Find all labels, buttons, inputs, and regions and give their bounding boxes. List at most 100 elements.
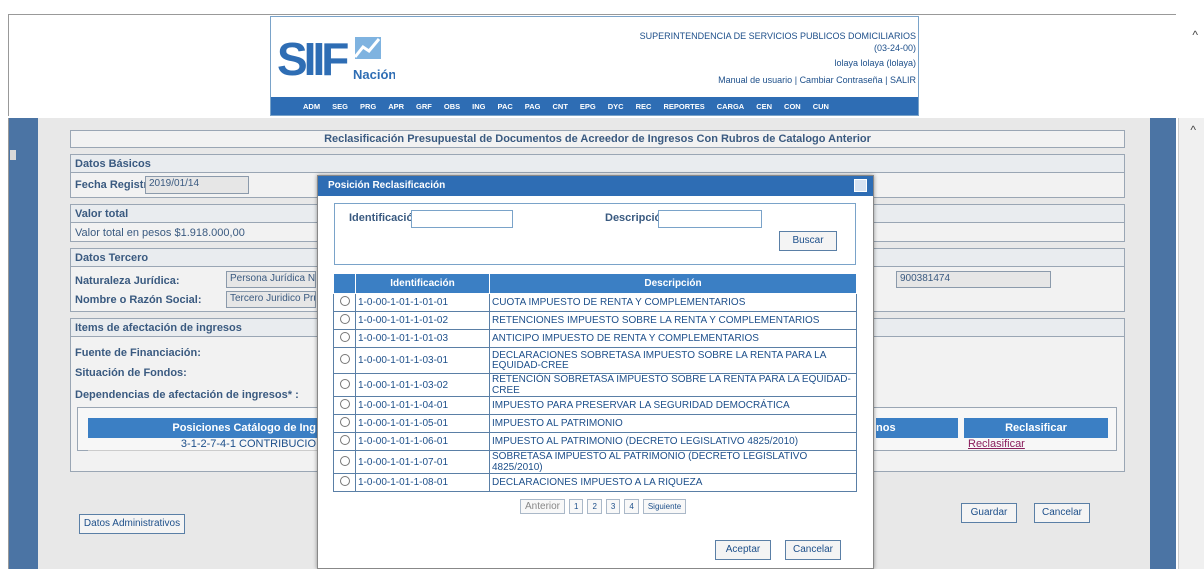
table-row[interactable]: 1-0-00-1-01-1-01-01 CUOTA IMPUESTO DE REN… (333, 293, 857, 312)
descripcion-input[interactable] (658, 210, 762, 228)
row-radio[interactable] (339, 417, 350, 427)
menu-item-dyc[interactable]: DYC (608, 102, 624, 111)
close-icon[interactable] (854, 179, 867, 192)
row-desc: DECLARACIONES IMPUESTO A LA RIQUEZA (489, 473, 857, 492)
row-desc: IMPUESTO PARA PRESERVAR LA SEGURIDAD DEM… (489, 396, 857, 415)
main-scrollbar[interactable] (1178, 118, 1204, 569)
menu-item-cen[interactable]: CEN (756, 102, 772, 111)
menu-item-adm[interactable]: ADM (303, 102, 320, 111)
reclasificar-link[interactable]: Reclasificar (968, 438, 1025, 450)
svg-text:SIIF: SIIF (277, 33, 348, 85)
menu-item-seg[interactable]: SEG (332, 102, 348, 111)
row-radio[interactable] (339, 476, 350, 486)
table-row[interactable]: 1-0-00-1-01-1-04-01 IMPUESTO PARA PRESERV… (333, 396, 857, 415)
naturaleza-label: Naturaleza Jurídica: (75, 275, 180, 287)
fecha-registro-field: 2019/01/14 (145, 176, 249, 194)
modal-cancelar-button[interactable]: Cancelar (785, 540, 841, 560)
row-radio[interactable] (339, 296, 350, 306)
identificacion-input[interactable] (411, 210, 513, 228)
buscar-button[interactable]: Buscar (779, 231, 837, 251)
row-id: 1-0-00-1-01-1-06-01 (355, 432, 490, 451)
row-desc: RETENCIONES IMPUESTO SOBRE LA RENTA Y CO… (489, 311, 857, 330)
menu-item-prg[interactable]: PRG (360, 102, 376, 111)
menu-item-rec[interactable]: REC (636, 102, 652, 111)
row-radio[interactable] (339, 354, 350, 364)
table-row[interactable]: 1-0-00-1-01-1-07-01 SOBRETASA IMPUESTO AL… (333, 450, 857, 474)
row-radio[interactable] (339, 455, 350, 466)
table-row[interactable]: 1-0-00-1-01-1-05-01 IMPUESTO AL PATRIMONI… (333, 414, 857, 433)
siif-logo: SIIF Nación (275, 31, 395, 85)
menu-item-carga[interactable]: CARGA (717, 102, 745, 111)
link-separator: | (885, 75, 888, 85)
row-radio[interactable] (339, 399, 350, 409)
posicion-reclasificacion-dialog: Posición Reclasificación Identificación … (317, 175, 874, 569)
table-row[interactable]: 1-0-00-1-01-1-03-02 RETENCIÓN SOBRETASA I… (333, 373, 857, 397)
aceptar-button[interactable]: Aceptar (715, 540, 771, 560)
section-title: Datos Básicos (71, 155, 1124, 173)
table-row[interactable]: 1-0-00-1-01-1-01-02 RETENCIONES IMPUESTO … (333, 311, 857, 330)
main-scroll-up-icon[interactable]: ^ (1190, 123, 1196, 137)
pagination-prev[interactable]: Anterior (520, 499, 566, 514)
menu-item-apr[interactable]: APR (388, 102, 404, 111)
dependencias-label: Dependencias de afectación de ingresos* … (75, 389, 299, 401)
row-radio[interactable] (339, 435, 350, 445)
results-table: Identificación Descripción 1-0-00-1-01-1… (333, 273, 857, 492)
menu-item-pag[interactable]: PAG (525, 102, 541, 111)
grid-header-mos: nos (876, 418, 958, 438)
row-id: 1-0-00-1-01-1-07-01 (355, 450, 490, 474)
menu-item-epg[interactable]: EPG (580, 102, 596, 111)
cancelar-button[interactable]: Cancelar (1034, 503, 1090, 523)
menu-item-grf[interactable]: GRF (416, 102, 432, 111)
datos-administrativos-button[interactable]: Datos Administrativos (79, 514, 185, 534)
frame-left-handle[interactable] (10, 150, 16, 160)
table-row[interactable]: 1-0-00-1-01-1-01-03 ANTICIPO IMPUESTO DE … (333, 329, 857, 348)
user-links: Manual de usuario | Cambiar Contraseña |… (718, 75, 916, 85)
org-code: (03-24-00) (873, 43, 916, 53)
menu-item-cnt[interactable]: CNT (552, 102, 567, 111)
manual-link[interactable]: Manual de usuario (718, 75, 792, 85)
logo-subtext: Nación (353, 67, 395, 82)
row-id: 1-0-00-1-01-1-01-01 (355, 293, 490, 312)
table-header-select (333, 273, 356, 294)
guardar-button[interactable]: Guardar (961, 503, 1017, 523)
outer-scroll-up-icon[interactable]: ^ (1192, 28, 1198, 42)
menu-item-cun[interactable]: CUN (813, 102, 829, 111)
table-row[interactable]: 1-0-00-1-01-1-06-01 IMPUESTO AL PATRIMONI… (333, 432, 857, 451)
valor-pesos-label: Valor total en pesos (75, 227, 172, 239)
grid-header-posiciones: Posiciones Catálogo de Ing (88, 418, 320, 438)
menu-item-obs[interactable]: OBS (444, 102, 460, 111)
row-radio[interactable] (339, 332, 350, 342)
menu-item-reportes[interactable]: REPORTES (663, 102, 704, 111)
row-id: 1-0-00-1-01-1-05-01 (355, 414, 490, 433)
pagination: Anterior 1 2 3 4 Siguiente (520, 499, 687, 514)
org-name: SUPERINTENDENCIA DE SERVICIOS PUBLICOS D… (639, 31, 916, 41)
tercero-id-field: 900381474 (896, 271, 1051, 288)
header-box: SIIF Nación SUPERINTENDENCIA DE SERVICIO… (270, 16, 919, 116)
menu-item-con[interactable]: CON (784, 102, 801, 111)
nombre-field: Tercero Juridico Prueb (226, 291, 316, 308)
row-desc: IMPUESTO AL PATRIMONIO (489, 414, 857, 433)
row-radio[interactable] (339, 378, 350, 389)
change-password-link[interactable]: Cambiar Contraseña (800, 75, 883, 85)
pagination-next[interactable]: Siguiente (642, 499, 687, 514)
identificacion-label: Identificación (349, 212, 420, 224)
page-title: Reclasificación Presupuestal de Document… (70, 130, 1125, 148)
menu-item-pac[interactable]: PAC (498, 102, 513, 111)
table-row[interactable]: 1-0-00-1-01-1-03-01 DECLARACIONES SOBRETA… (333, 347, 857, 374)
valor-pesos-text: Valor total en pesos $1.918.000,00 (75, 227, 245, 239)
valor-pesos-value: $1.918.000,00 (174, 227, 245, 239)
table-row[interactable]: 1-0-00-1-01-1-08-01 DECLARACIONES IMPUEST… (333, 473, 857, 492)
pagination-page-1[interactable]: 1 (569, 499, 584, 514)
menu-item-ing[interactable]: ING (472, 102, 485, 111)
pagination-page-3[interactable]: 3 (605, 499, 621, 514)
logout-link[interactable]: SALIR (890, 75, 916, 85)
row-id: 1-0-00-1-01-1-03-02 (355, 373, 490, 397)
nombre-label: Nombre o Razón Social: (75, 294, 202, 306)
pagination-page-4[interactable]: 4 (624, 499, 639, 514)
link-separator: | (794, 75, 798, 85)
fuente-label: Fuente de Financiación: (75, 347, 201, 359)
pagination-page-2[interactable]: 2 (587, 499, 602, 514)
user-name: lolaya lolaya (lolaya) (834, 58, 916, 68)
row-radio[interactable] (339, 314, 350, 324)
situacion-label: Situación de Fondos: (75, 367, 187, 379)
